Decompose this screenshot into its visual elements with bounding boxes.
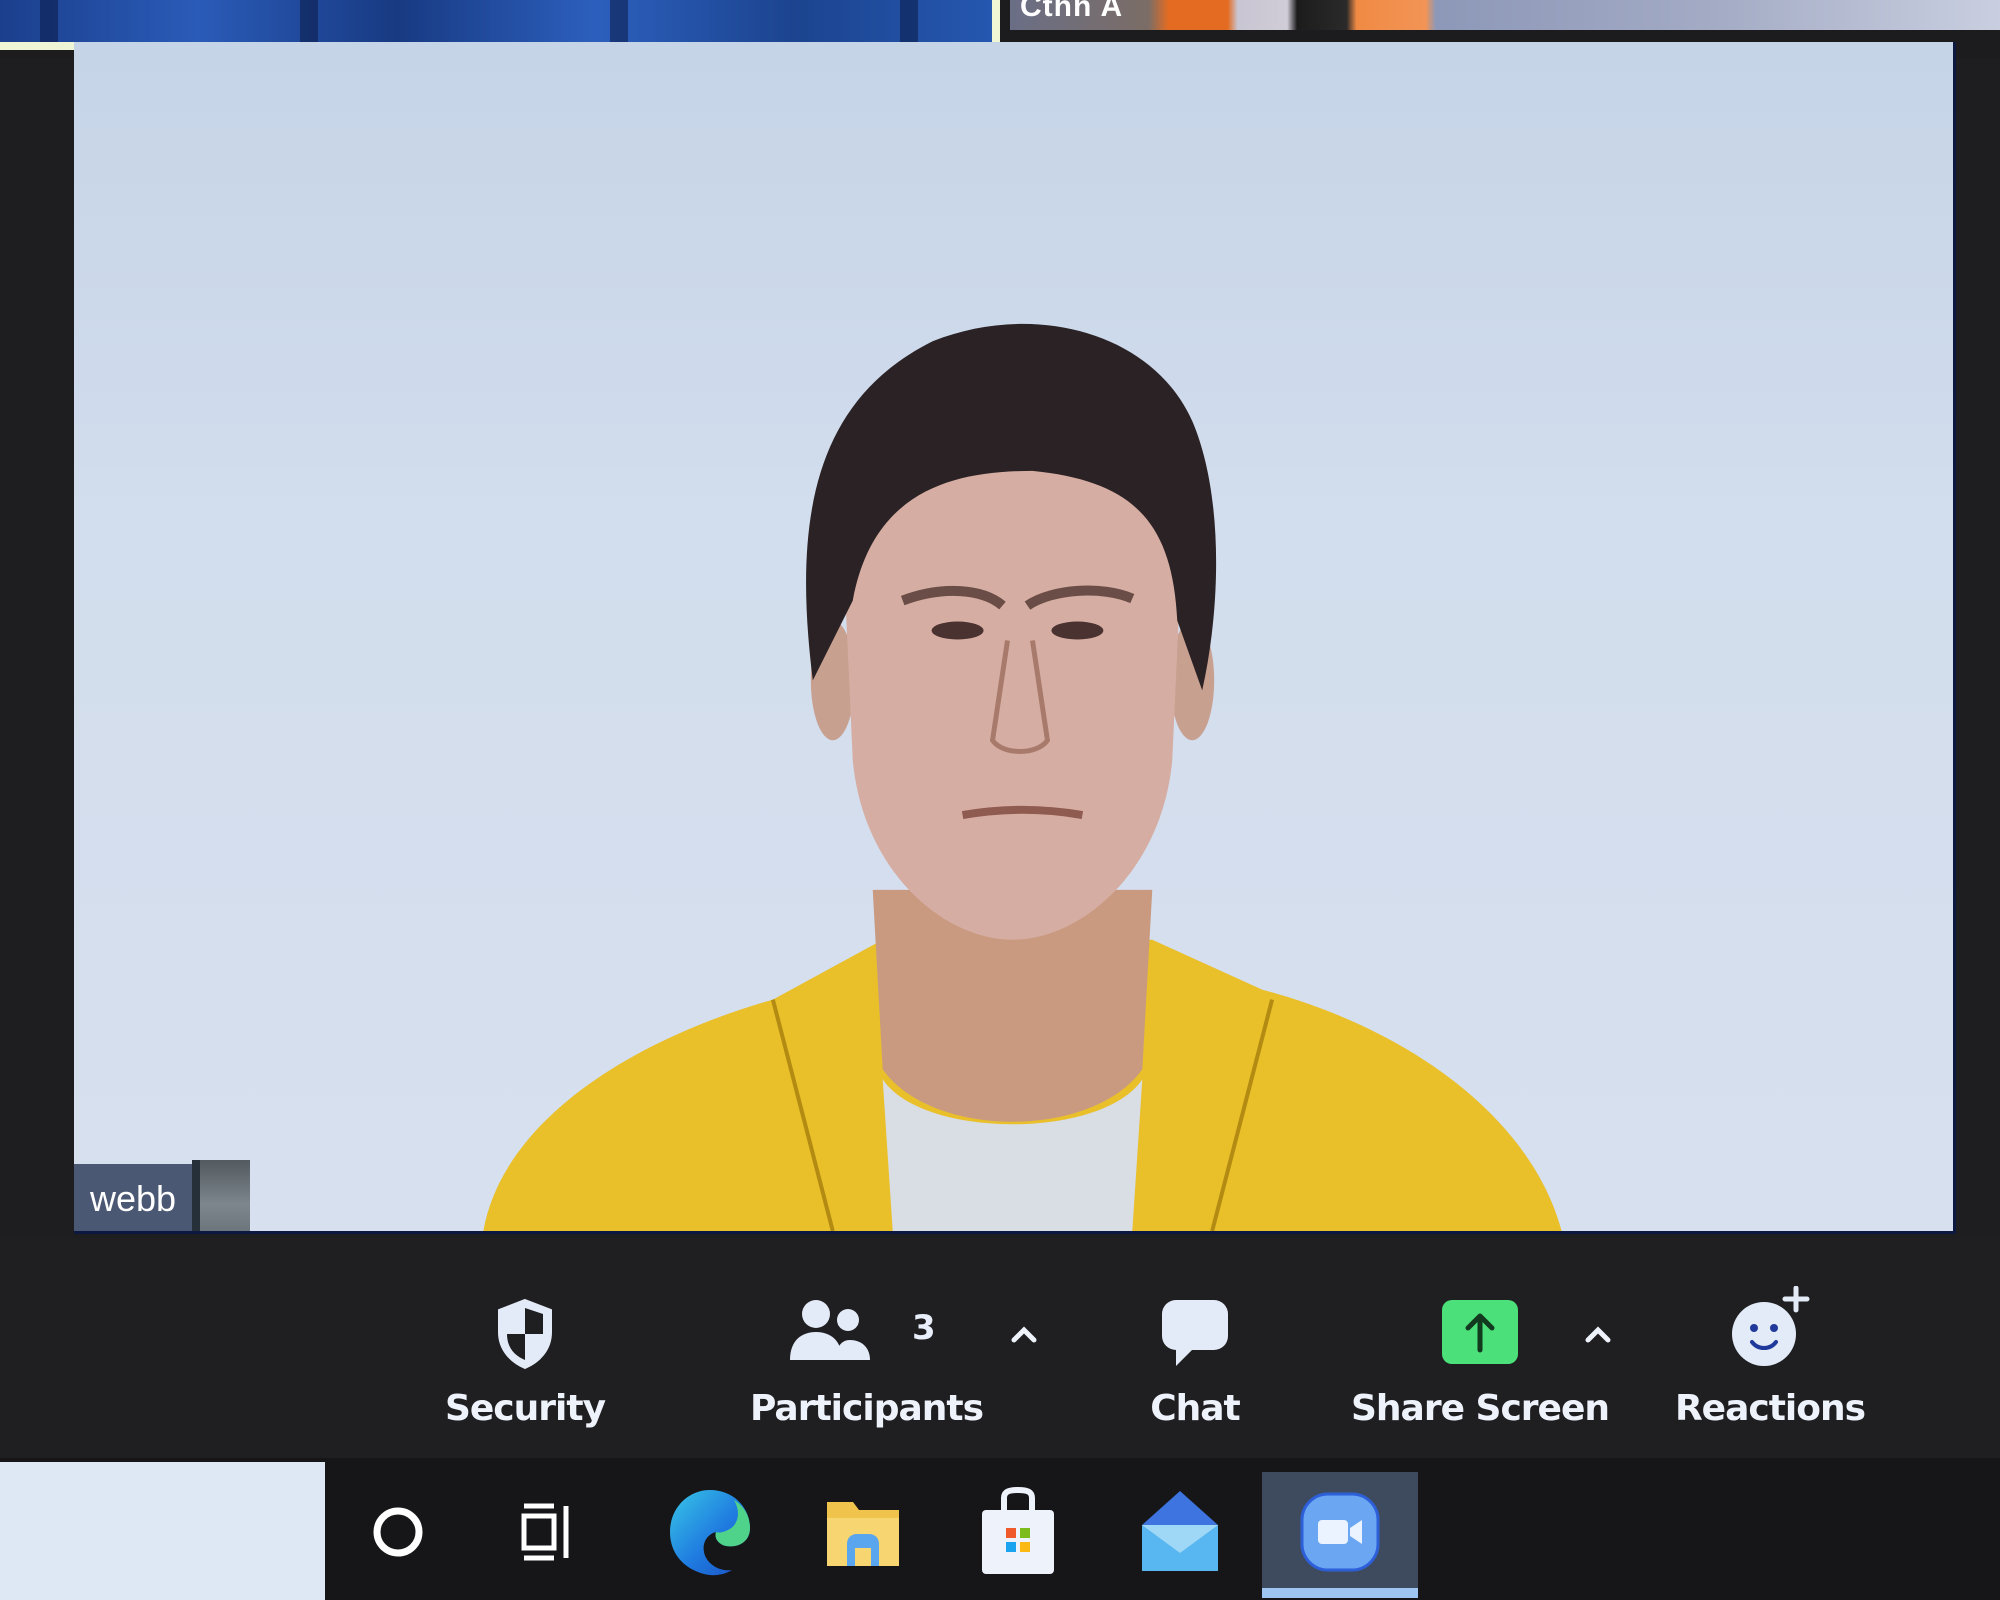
- thumbnail-participant-name: Cthh A: [1020, 0, 1124, 23]
- eye: [1051, 621, 1104, 640]
- shield-icon: [498, 1298, 552, 1370]
- security-label: Security: [444, 1388, 606, 1429]
- participant-count: 3: [912, 1308, 936, 1348]
- task-view-icon: [521, 1503, 569, 1561]
- active-app-indicator: [1262, 1588, 1418, 1598]
- task-view-button[interactable]: [493, 1472, 603, 1592]
- participants-label: Participants: [750, 1388, 984, 1429]
- reactions-label: Reactions: [1674, 1388, 1866, 1429]
- participant-video-feed: [483, 323, 1562, 1231]
- participants-icon: [790, 1300, 870, 1360]
- share-screen-label: Share Screen: [1350, 1388, 1610, 1429]
- mail-taskbar-button[interactable]: [1125, 1472, 1235, 1592]
- video-content: [40, 0, 58, 42]
- chat-label: Chat: [1150, 1388, 1241, 1429]
- video-thumbnail[interactable]: [1010, 0, 2000, 30]
- participants-button[interactable]: 3 Participants: [750, 1238, 984, 1458]
- reactions-icon: [1732, 1286, 1810, 1366]
- file-explorer-taskbar-button[interactable]: [808, 1472, 918, 1592]
- windows-taskbar: [0, 1458, 2000, 1600]
- participant-name-tag: webb: [74, 1164, 193, 1231]
- microsoft-store-taskbar-button[interactable]: [963, 1472, 1073, 1592]
- video-content: [300, 0, 318, 42]
- share-screen-options-caret[interactable]: [1578, 1318, 1618, 1348]
- chevron-up-icon: [1011, 1326, 1037, 1343]
- participants-options-caret[interactable]: [1004, 1318, 1044, 1348]
- zoom-camera-icon: [1300, 1492, 1380, 1572]
- video-content: [900, 0, 918, 42]
- chat-bubble-icon: [1162, 1300, 1228, 1366]
- edge-browser-icon: [670, 1490, 750, 1576]
- edge-taskbar-button[interactable]: [655, 1472, 765, 1592]
- reactions-button[interactable]: Reactions: [1670, 1238, 1870, 1458]
- chevron-up-icon: [1585, 1326, 1611, 1343]
- file-explorer-icon: [827, 1502, 899, 1566]
- share-screen-icon: [1442, 1300, 1518, 1364]
- cortana-circle-icon: [373, 1507, 423, 1557]
- share-screen-button[interactable]: Share Screen: [1350, 1238, 1610, 1458]
- cortana-button[interactable]: [343, 1472, 453, 1592]
- mail-icon: [1142, 1491, 1218, 1571]
- meeting-toolbar: Security 3 Participants Chat Share Scree…: [0, 1238, 2000, 1458]
- chat-button[interactable]: Chat: [1120, 1238, 1270, 1458]
- zoom-taskbar-button[interactable]: [1262, 1472, 1418, 1598]
- eye: [931, 621, 984, 640]
- participant-self-thumbnail: [192, 1160, 250, 1231]
- video-content: [610, 0, 628, 42]
- microsoft-store-icon: [982, 1486, 1054, 1574]
- security-button[interactable]: Security: [440, 1238, 610, 1458]
- taskbar-search-box[interactable]: [0, 1462, 325, 1600]
- main-video-tile[interactable]: webb: [74, 42, 1956, 1234]
